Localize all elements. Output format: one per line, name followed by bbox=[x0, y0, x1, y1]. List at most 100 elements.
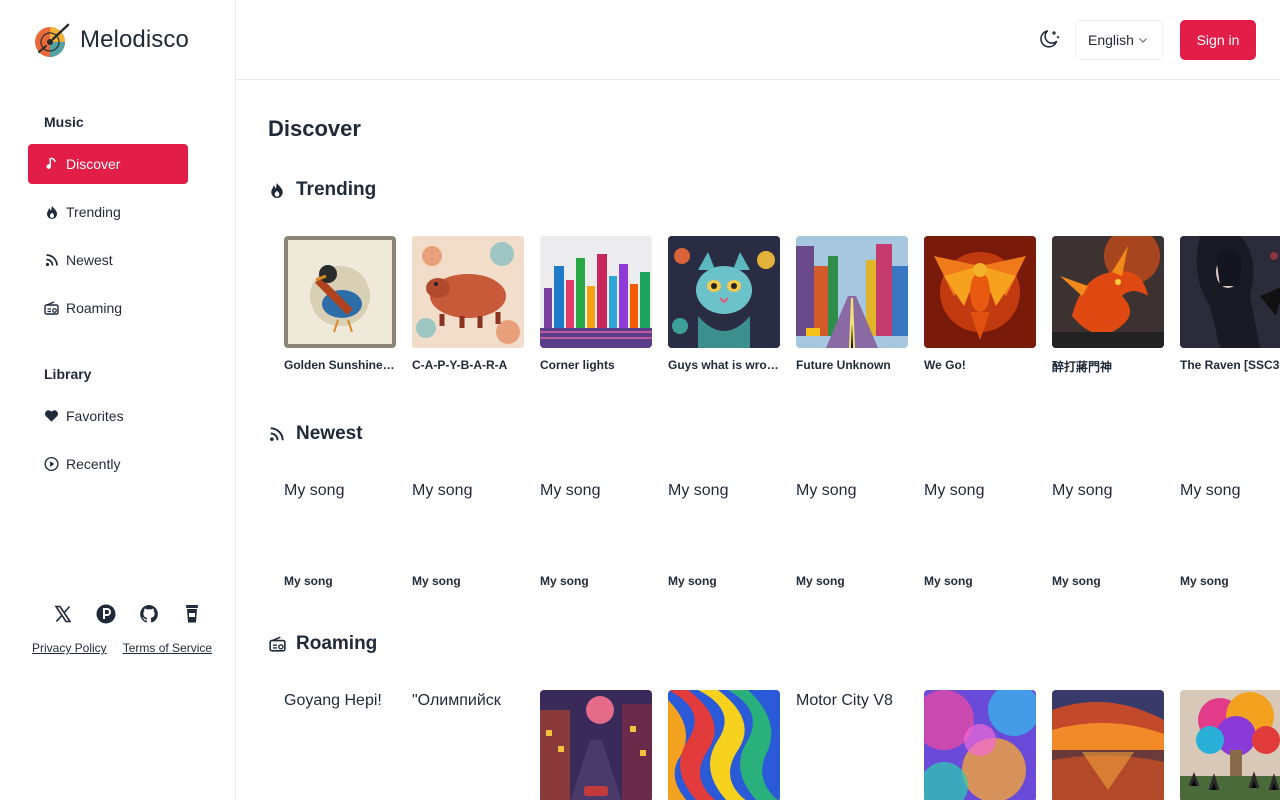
song-card[interactable]: Future Unknown bbox=[796, 236, 908, 375]
song-title: My song bbox=[796, 574, 845, 588]
broken-cover-image: My song bbox=[284, 480, 396, 564]
top-header: English Sign in bbox=[236, 0, 1280, 80]
terms-of-service-link[interactable]: Terms of Service bbox=[123, 641, 212, 655]
song-title: Future Unknown bbox=[796, 358, 891, 372]
song-card[interactable]: Motor City V8 bbox=[796, 690, 908, 800]
song-card[interactable]: Guys what is wro… bbox=[668, 236, 780, 375]
broken-cover-image: Goyang Hepi! bbox=[284, 690, 396, 800]
sidebar-item-trending[interactable]: Trending bbox=[28, 192, 188, 232]
page-title: Discover bbox=[268, 116, 361, 141]
song-card[interactable]: My song My song bbox=[668, 480, 780, 588]
song-card[interactable]: C-A-P-Y-B-A-R-A bbox=[412, 236, 524, 375]
song-cover bbox=[924, 690, 1036, 800]
section-title: Roaming bbox=[296, 633, 378, 654]
song-cover bbox=[540, 236, 652, 348]
song-title: Guys what is wro… bbox=[668, 358, 779, 372]
song-card[interactable] bbox=[1180, 690, 1280, 800]
trending-section-header: Trending bbox=[268, 179, 376, 201]
rss-icon bbox=[268, 425, 286, 443]
song-card[interactable]: 醉打蔣門神 bbox=[1052, 236, 1164, 375]
song-card[interactable]: My song My song bbox=[540, 480, 652, 588]
image-alt-text: Motor City V8 bbox=[796, 692, 893, 709]
sidebar-item-label: Roaming bbox=[66, 300, 123, 316]
chevron-down-icon bbox=[1138, 32, 1148, 48]
language-value: English bbox=[1088, 32, 1134, 48]
sidebar-item-newest[interactable]: Newest bbox=[28, 240, 188, 280]
sidebar-item-roaming[interactable]: Roaming bbox=[28, 288, 188, 328]
language-select[interactable]: English bbox=[1075, 20, 1163, 60]
image-alt-text: My song bbox=[1052, 482, 1113, 499]
song-card[interactable]: We Go! bbox=[924, 236, 1036, 375]
song-cover bbox=[1180, 690, 1280, 800]
coffee-cup-icon[interactable] bbox=[181, 603, 203, 625]
song-title: Golden Sunshine… bbox=[284, 358, 395, 372]
song-card[interactable]: My song My song bbox=[1180, 480, 1280, 588]
song-card[interactable]: Goyang Hepi! bbox=[284, 690, 396, 800]
moon-icon[interactable] bbox=[1039, 28, 1061, 50]
music-section-title: Music bbox=[44, 114, 84, 130]
x-icon[interactable] bbox=[52, 603, 74, 625]
song-card[interactable]: "Олимпийск bbox=[412, 690, 524, 800]
song-title: The Raven [SSC3 bbox=[1180, 358, 1280, 372]
song-card[interactable]: My song My song bbox=[412, 480, 524, 588]
song-card[interactable]: Corner lights bbox=[540, 236, 652, 375]
broken-cover-image: My song bbox=[412, 480, 524, 564]
sidebar-item-label: Recently bbox=[66, 456, 121, 472]
song-cover bbox=[540, 690, 652, 800]
brand[interactable]: Melodisco bbox=[33, 22, 189, 58]
radio-icon bbox=[44, 301, 59, 316]
broken-cover-image: My song bbox=[668, 480, 780, 564]
sidebar-item-label: Discover bbox=[66, 156, 121, 172]
producthunt-icon[interactable] bbox=[95, 603, 117, 625]
song-title: C-A-P-Y-B-A-R-A bbox=[412, 358, 508, 372]
song-card[interactable]: My song My song bbox=[924, 480, 1036, 588]
image-alt-text: My song bbox=[284, 482, 345, 499]
sign-in-button[interactable]: Sign in bbox=[1180, 20, 1256, 60]
song-cover bbox=[1180, 236, 1280, 348]
song-card[interactable] bbox=[540, 690, 652, 800]
broken-cover-image: My song bbox=[540, 480, 652, 564]
image-alt-text: My song bbox=[1180, 482, 1241, 499]
sidebar-item-recently[interactable]: Recently bbox=[28, 444, 188, 484]
song-card[interactable]: The Raven [SSC3 bbox=[1180, 236, 1280, 375]
flame-icon bbox=[268, 181, 286, 199]
social-links bbox=[52, 603, 203, 625]
song-card[interactable] bbox=[924, 690, 1036, 800]
song-title: 醉打蔣門神 bbox=[1052, 360, 1113, 374]
library-section-title: Library bbox=[44, 366, 92, 382]
sidebar: Melodisco Music Discover Trending Newest… bbox=[0, 0, 236, 800]
newest-row: My song My song My song My song My song … bbox=[284, 480, 1280, 588]
roaming-row: Goyang Hepi! "Олимпийск Motor City V8 bbox=[284, 690, 1280, 800]
song-title: My song bbox=[1052, 574, 1101, 588]
broken-cover-image: Motor City V8 bbox=[796, 690, 908, 800]
song-card[interactable]: My song My song bbox=[1052, 480, 1164, 588]
sidebar-item-label: Newest bbox=[66, 252, 113, 268]
privacy-policy-link[interactable]: Privacy Policy bbox=[32, 641, 107, 655]
song-title: My song bbox=[924, 574, 973, 588]
image-alt-text: My song bbox=[540, 482, 601, 499]
play-circle-icon bbox=[44, 456, 59, 472]
song-card[interactable]: My song My song bbox=[796, 480, 908, 588]
brand-name: Melodisco bbox=[80, 26, 189, 53]
sidebar-item-favorites[interactable]: Favorites bbox=[28, 396, 188, 436]
sidebar-item-discover[interactable]: Discover bbox=[28, 144, 188, 184]
song-title: My song bbox=[540, 574, 589, 588]
broken-cover-image: "Олимпийск bbox=[412, 690, 524, 800]
image-alt-text: My song bbox=[668, 482, 729, 499]
flame-icon bbox=[44, 205, 59, 220]
radio-icon bbox=[268, 635, 286, 653]
broken-cover-image: My song bbox=[924, 480, 1036, 564]
song-card[interactable]: My song My song bbox=[284, 480, 396, 588]
roaming-section-header: Roaming bbox=[268, 633, 377, 655]
image-alt-text: My song bbox=[796, 482, 857, 499]
sidebar-item-label: Favorites bbox=[66, 408, 124, 424]
song-card[interactable] bbox=[668, 690, 780, 800]
music-note-icon bbox=[44, 157, 59, 172]
newest-section-header: Newest bbox=[268, 423, 363, 445]
broken-cover-image: My song bbox=[1180, 480, 1280, 564]
song-card[interactable]: Golden Sunshine… bbox=[284, 236, 396, 375]
broken-cover-image: My song bbox=[1052, 480, 1164, 564]
song-card[interactable] bbox=[1052, 690, 1164, 800]
rss-icon bbox=[44, 253, 59, 268]
github-icon[interactable] bbox=[138, 603, 160, 625]
